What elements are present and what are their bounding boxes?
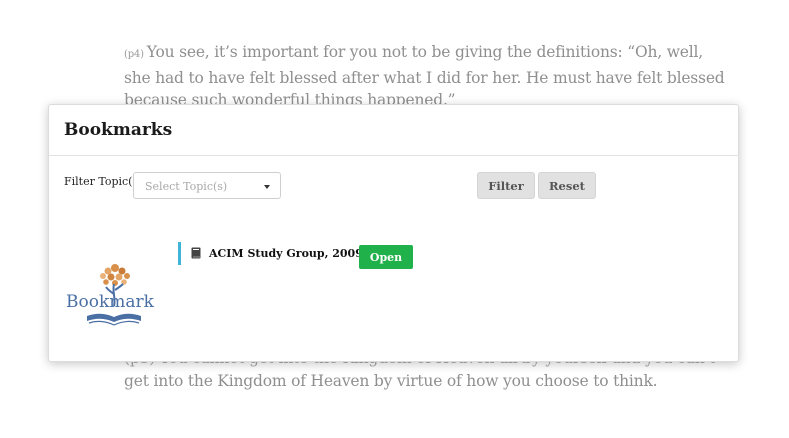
- paragraph-line: she had to have felt blessed after what …: [124, 68, 725, 87]
- caret-down-icon: [264, 185, 270, 189]
- background-paragraph-top: (p4) You see, it’s important for you not …: [124, 41, 725, 112]
- result-accent-bar: [178, 241, 181, 265]
- paragraph-line: get into the Kingdom of Heaven by virtue…: [124, 371, 658, 390]
- modal-title: Bookmarks: [64, 120, 173, 140]
- bookmark-result-row: ACIM Study Group, 2009 (1): [178, 241, 385, 265]
- open-button[interactable]: Open: [359, 245, 413, 269]
- topic-select-placeholder: Select Topic(s): [145, 180, 228, 193]
- paragraph-line: You see, it’s important for you not to b…: [146, 43, 703, 61]
- book-icon: [191, 247, 201, 259]
- filter-topics-label: Filter Topic(s): [64, 175, 143, 188]
- bookmark-logo: Bookmark: [66, 264, 155, 326]
- reset-button[interactable]: Reset: [538, 172, 596, 199]
- bookmarks-modal: Bookmarks Filter Topic(s) Select Topic(s…: [48, 104, 739, 362]
- paragraph-number: (p4): [124, 49, 144, 60]
- topic-select[interactable]: Select Topic(s): [133, 172, 281, 199]
- logo-text: Bookmark: [66, 292, 155, 312]
- modal-header: Bookmarks: [49, 105, 738, 156]
- filter-button[interactable]: Filter: [477, 172, 535, 199]
